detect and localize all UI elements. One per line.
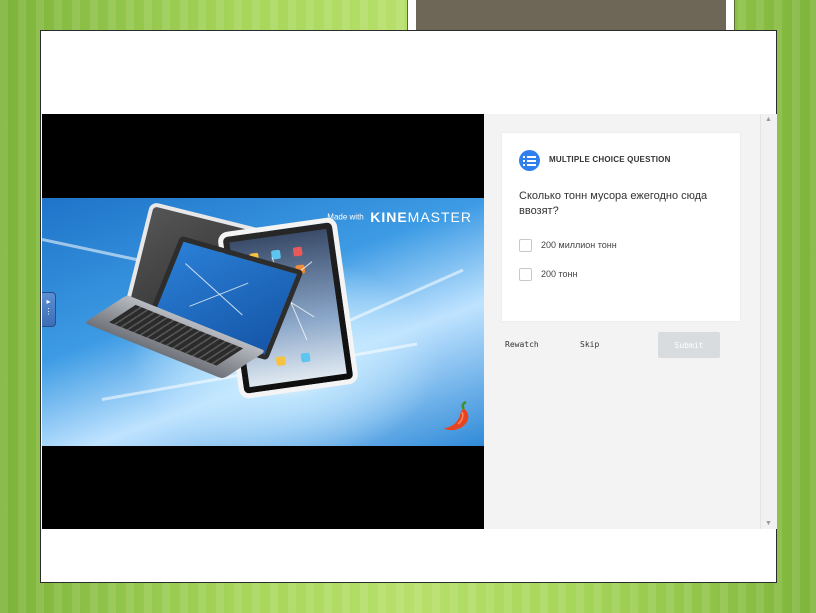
interactive-video-embed: Made with KINEMASTER ▸ ⋮ MULTIPLE CHOICE…: [42, 114, 777, 529]
watermark-prefix: Made with: [327, 212, 364, 222]
answer-option[interactable]: 200 миллион тонн: [519, 239, 719, 255]
screen-crack: [184, 263, 243, 316]
scroll-up-icon[interactable]: ▲: [765, 116, 772, 123]
video-player[interactable]: Made with KINEMASTER ▸ ⋮: [42, 114, 484, 529]
pepper-logo-icon: [444, 400, 469, 431]
answer-option-label: 200 миллион тонн: [541, 240, 617, 250]
video-frame: Made with KINEMASTER: [42, 198, 484, 446]
submit-button[interactable]: Submit: [658, 332, 720, 358]
slide-content-frame: Made with KINEMASTER ▸ ⋮ MULTIPLE CHOICE…: [40, 30, 777, 583]
watermark-brand-bold: KINE: [370, 208, 408, 225]
list-icon: [519, 150, 540, 171]
rewatch-button[interactable]: Rewatch: [505, 332, 539, 358]
answer-checkbox[interactable]: [519, 268, 532, 281]
question-type-label: MULTIPLE CHOICE QUESTION: [549, 155, 671, 164]
answer-option[interactable]: 200 тонн: [519, 268, 719, 284]
answer-option-label: 200 тонн: [541, 269, 578, 279]
app-icon: [275, 355, 286, 367]
question-panel: MULTIPLE CHOICE QUESTION Сколько тонн му…: [484, 114, 777, 529]
panel-scrollbar[interactable]: ▲ ▼: [760, 114, 777, 529]
watermark-brand-rest: MASTER: [407, 208, 472, 225]
screen-crack: [189, 282, 249, 307]
kinemaster-watermark: Made with KINEMASTER: [327, 208, 472, 226]
question-text: Сколько тонн мусора ежегодно сюда ввозят…: [519, 190, 708, 217]
question-card: MULTIPLE CHOICE QUESTION Сколько тонн му…: [501, 132, 741, 322]
scroll-down-icon[interactable]: ▼: [765, 520, 772, 527]
app-icon: [300, 352, 311, 363]
skip-button[interactable]: Skip: [580, 332, 599, 358]
answer-checkbox[interactable]: [519, 239, 532, 252]
question-actions: Rewatch Skip Submit: [501, 332, 741, 358]
side-expand-handle[interactable]: ▸ ⋮: [42, 292, 56, 327]
app-icon: [292, 246, 303, 257]
